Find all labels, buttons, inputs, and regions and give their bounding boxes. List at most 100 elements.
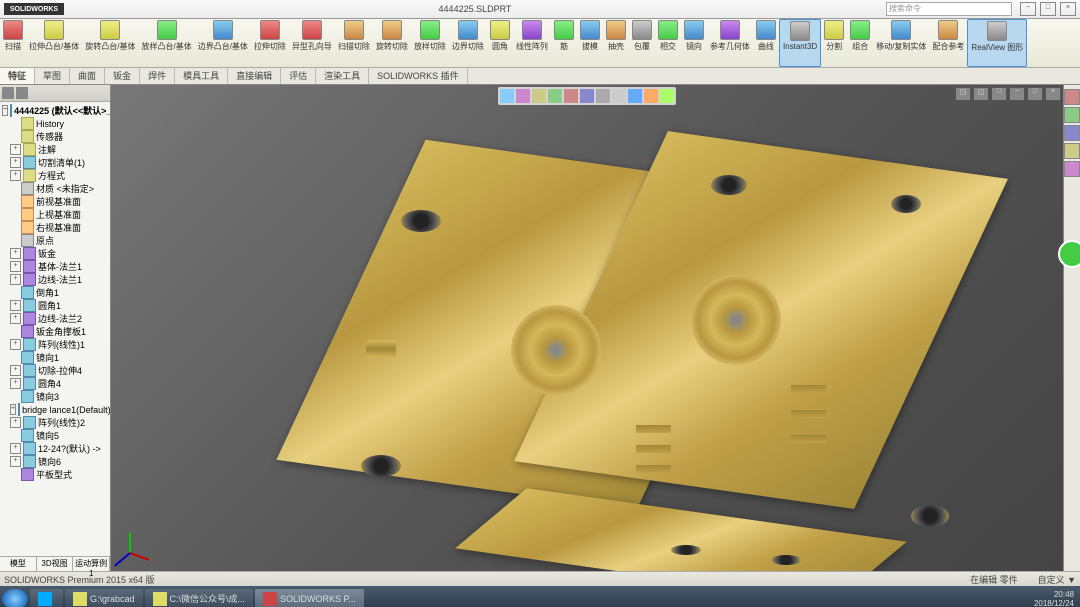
- viewport-btn-4[interactable]: □: [1027, 87, 1043, 101]
- tree-node[interactable]: +注解: [0, 143, 110, 156]
- view-tool-5[interactable]: [580, 89, 594, 103]
- tree-node[interactable]: +12-24?(默认) ->: [0, 442, 110, 455]
- view-tool-2[interactable]: [532, 89, 546, 103]
- ribbon-btn-1[interactable]: 拉伸凸台/基体: [26, 19, 82, 67]
- bottom-tab-0[interactable]: 模型: [0, 557, 37, 571]
- expand-icon[interactable]: +: [10, 404, 16, 415]
- view-tool-7[interactable]: [612, 89, 626, 103]
- display-icon[interactable]: [16, 87, 28, 99]
- tab-5[interactable]: 模具工具: [175, 68, 228, 84]
- start-button[interactable]: [2, 589, 28, 607]
- custom-props-tab[interactable]: [1064, 143, 1080, 159]
- expand-icon[interactable]: +: [10, 170, 21, 181]
- tab-9[interactable]: SOLIDWORKS 插件: [369, 68, 468, 84]
- ribbon-btn-15[interactable]: 抽壳: [603, 19, 629, 67]
- view-tool-10[interactable]: [660, 89, 674, 103]
- tab-4[interactable]: 焊件: [140, 68, 175, 84]
- taskbar-item-2[interactable]: C:\微信公众号\成...: [145, 589, 254, 607]
- viewport-btn-3[interactable]: −: [1009, 87, 1025, 101]
- tree-node[interactable]: 镜向3: [0, 390, 110, 403]
- tab-8[interactable]: 渲染工具: [316, 68, 369, 84]
- expand-icon[interactable]: +: [10, 378, 21, 389]
- bottom-tab-2[interactable]: 运动算例1: [73, 557, 110, 571]
- ribbon-btn-26[interactable]: RealView 图形: [967, 19, 1027, 67]
- expand-icon[interactable]: +: [10, 313, 21, 324]
- ribbon-btn-5[interactable]: 拉伸切除: [251, 19, 289, 67]
- scenes-tab[interactable]: [1064, 125, 1080, 141]
- ribbon-btn-12[interactable]: 线性阵列: [513, 19, 551, 67]
- tree-node[interactable]: +切割清单(1): [0, 156, 110, 169]
- tree-node[interactable]: 镜向5: [0, 429, 110, 442]
- minimize-button[interactable]: −: [1020, 2, 1036, 16]
- tree-node[interactable]: 原点: [0, 234, 110, 247]
- expand-icon[interactable]: +: [10, 157, 21, 168]
- view-tool-0[interactable]: [500, 89, 514, 103]
- tree-node[interactable]: 倒角1: [0, 286, 110, 299]
- ribbon-btn-10[interactable]: 边界切除: [449, 19, 487, 67]
- other-tab[interactable]: [1064, 161, 1080, 177]
- tree-node[interactable]: 平板型式: [0, 468, 110, 481]
- expand-icon[interactable]: +: [10, 417, 21, 428]
- help-bubble[interactable]: [1058, 240, 1080, 268]
- expand-icon[interactable]: +: [10, 144, 21, 155]
- tree-node[interactable]: +圆角1: [0, 299, 110, 312]
- view-tool-1[interactable]: [516, 89, 530, 103]
- ribbon-btn-0[interactable]: 扫描: [0, 19, 26, 67]
- close-button[interactable]: ×: [1060, 2, 1076, 16]
- ribbon-btn-22[interactable]: 分割: [821, 19, 847, 67]
- tree-node[interactable]: +bridge lance1(Default) ->: [0, 403, 110, 416]
- ribbon-btn-16[interactable]: 包覆: [629, 19, 655, 67]
- ribbon-btn-9[interactable]: 放样切除: [411, 19, 449, 67]
- viewport-btn-2[interactable]: □: [991, 87, 1007, 101]
- view-tool-8[interactable]: [628, 89, 642, 103]
- ribbon-btn-3[interactable]: 放样凸台/基体: [138, 19, 194, 67]
- tree-node[interactable]: 材质 <未指定>: [0, 182, 110, 195]
- 3d-viewport[interactable]: ◳◫□−□×: [111, 85, 1063, 571]
- ribbon-btn-21[interactable]: Instant3D: [779, 19, 821, 67]
- viewport-btn-1[interactable]: ◫: [973, 87, 989, 101]
- ribbon-btn-6[interactable]: 异型孔向导: [289, 19, 335, 67]
- tree-node[interactable]: 上视基准面: [0, 208, 110, 221]
- tree-node[interactable]: +钣金: [0, 247, 110, 260]
- tree-node[interactable]: 镜向1: [0, 351, 110, 364]
- tab-0[interactable]: 特征: [0, 68, 35, 84]
- orientation-triad[interactable]: [121, 521, 161, 561]
- tree-node[interactable]: History: [0, 117, 110, 130]
- system-clock[interactable]: 20:48 2018/12/24: [1034, 590, 1078, 607]
- ribbon-btn-7[interactable]: 扫描切除: [335, 19, 373, 67]
- expand-icon[interactable]: −: [2, 105, 8, 116]
- maximize-button[interactable]: □: [1040, 2, 1056, 16]
- view-tool-6[interactable]: [596, 89, 610, 103]
- tab-1[interactable]: 草图: [35, 68, 70, 84]
- tree-node[interactable]: +基体-法兰1: [0, 260, 110, 273]
- 3d-model[interactable]: [291, 125, 971, 565]
- tree-node[interactable]: 传感器: [0, 130, 110, 143]
- ribbon-btn-19[interactable]: 参考几何体: [707, 19, 753, 67]
- tree-node[interactable]: +镜向6: [0, 455, 110, 468]
- ribbon-btn-24[interactable]: 移动/复制实体: [873, 19, 929, 67]
- ribbon-btn-20[interactable]: 曲线: [753, 19, 779, 67]
- taskbar-item-0[interactable]: [30, 589, 63, 607]
- decals-tab[interactable]: [1064, 107, 1080, 123]
- tree-node[interactable]: +阵列(线性)2: [0, 416, 110, 429]
- tree-node[interactable]: +切除-拉伸4: [0, 364, 110, 377]
- tree-root-node[interactable]: − 4444225 (默认<<默认>_显示状: [0, 104, 110, 117]
- tree-node[interactable]: +阵列(线性)1: [0, 338, 110, 351]
- tree-node[interactable]: 右视基准面: [0, 221, 110, 234]
- tab-7[interactable]: 评估: [281, 68, 316, 84]
- expand-icon[interactable]: +: [10, 261, 21, 272]
- ribbon-btn-17[interactable]: 相交: [655, 19, 681, 67]
- ribbon-btn-4[interactable]: 边界凸台/基体: [195, 19, 251, 67]
- ribbon-btn-23[interactable]: 组合: [847, 19, 873, 67]
- tree-node[interactable]: +边线-法兰1: [0, 273, 110, 286]
- search-input[interactable]: 搜索命令: [886, 2, 1012, 16]
- viewport-btn-0[interactable]: ◳: [955, 87, 971, 101]
- ribbon-btn-2[interactable]: 旋转凸台/基体: [82, 19, 138, 67]
- expand-icon[interactable]: +: [10, 248, 21, 259]
- viewport-btn-5[interactable]: ×: [1045, 87, 1061, 101]
- tab-2[interactable]: 曲面: [70, 68, 105, 84]
- bottom-tab-1[interactable]: 3D视图: [37, 557, 74, 571]
- ribbon-btn-11[interactable]: 圆角: [487, 19, 513, 67]
- expand-icon[interactable]: +: [10, 300, 21, 311]
- expand-icon[interactable]: +: [10, 456, 21, 467]
